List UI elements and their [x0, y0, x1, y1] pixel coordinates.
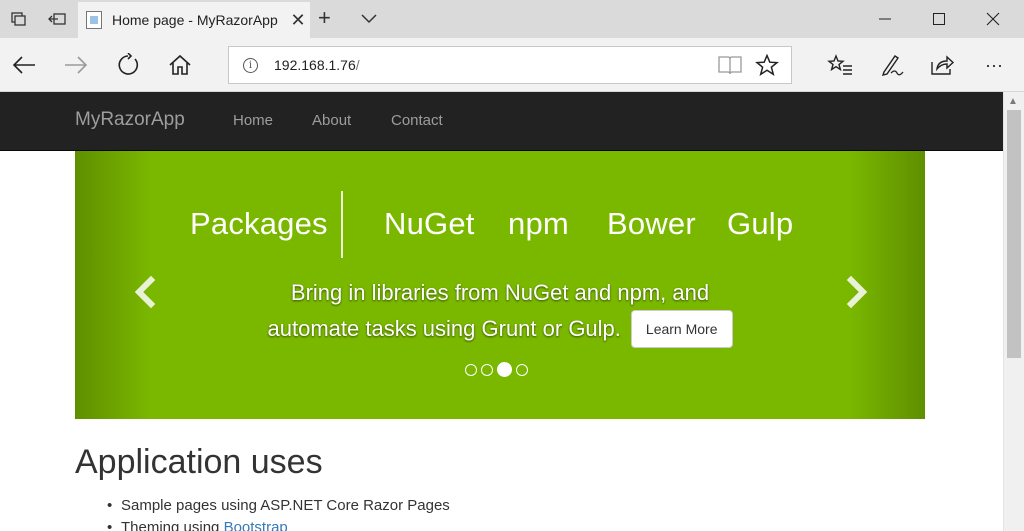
carousel-caption: Bring in libraries from NuGet and npm, a… — [75, 276, 925, 348]
forward-arrow-icon[interactable] — [58, 48, 94, 82]
carousel-tool-npm: npm — [508, 206, 569, 241]
carousel-prev-chevron-left-icon[interactable] — [125, 267, 165, 317]
address-url[interactable]: 192.168.1.76/ — [274, 57, 717, 73]
nav-link-contact[interactable]: Contact — [391, 112, 443, 129]
address-bar[interactable]: i 192.168.1.76/ — [228, 46, 792, 84]
tab-actions-icon[interactable] — [2, 0, 36, 38]
scroll-up-arrow-icon[interactable]: ▲ — [1008, 96, 1018, 107]
carousel-tool-gulp: Gulp — [727, 206, 794, 241]
favorites-hub-icon[interactable] — [822, 48, 858, 82]
page-favicon-icon — [86, 11, 102, 29]
notes-pen-icon[interactable] — [874, 48, 910, 82]
carousel-indicator-1[interactable] — [465, 363, 477, 376]
back-arrow-icon[interactable] — [6, 48, 42, 82]
caption-line-2: automate tasks using Grunt or Gulp. — [267, 316, 621, 341]
set-aside-tabs-icon[interactable] — [40, 0, 74, 38]
minimize-button[interactable] — [860, 0, 910, 38]
carousel-divider — [341, 191, 343, 258]
maximize-button[interactable] — [914, 0, 964, 38]
caption-line-2-wrap: automate tasks using Grunt or Gulp. Lear… — [268, 310, 733, 348]
more-menu-icon[interactable]: ··· — [976, 48, 1012, 82]
carousel-indicator-4[interactable] — [516, 363, 528, 376]
title-bar: Home page - MyRazorApp ✕ + — [0, 0, 1024, 38]
carousel-tool-bower: Bower — [607, 206, 696, 241]
page-viewport: MyRazorApp Home About Contact Packages N… — [0, 92, 1003, 531]
carousel-next-chevron-right-icon[interactable] — [837, 267, 877, 317]
browser-tab[interactable]: Home page - MyRazorApp ✕ — [78, 2, 310, 38]
list-item: Theming using Bootstrap — [107, 517, 450, 531]
carousel-indicators — [465, 362, 528, 377]
refresh-icon[interactable] — [110, 48, 146, 82]
learn-more-button[interactable]: Learn More — [630, 310, 733, 348]
application-uses-list: Sample pages using ASP.NET Core Razor Pa… — [107, 495, 450, 531]
tab-title: Home page - MyRazorApp — [112, 12, 278, 28]
home-icon[interactable] — [162, 48, 198, 82]
packages-carousel: Packages NuGet npm Bower Gulp Bring in l… — [75, 151, 925, 419]
list-item-text: Sample pages using ASP.NET Core Razor Pa… — [121, 497, 450, 514]
nav-link-home[interactable]: Home — [233, 112, 273, 129]
site-info-icon[interactable]: i — [243, 57, 258, 73]
share-icon[interactable] — [924, 48, 960, 82]
close-tab-icon[interactable]: ✕ — [288, 10, 308, 31]
bootstrap-link[interactable]: Bootstrap — [224, 519, 288, 531]
page-scrollbar[interactable]: ▲ — [1003, 92, 1024, 531]
new-tab-button[interactable]: + — [318, 5, 331, 31]
scrollbar-thumb[interactable] — [1007, 110, 1021, 358]
browser-toolbar: i 192.168.1.76/ ··· — [0, 38, 1024, 92]
close-window-button[interactable] — [968, 0, 1018, 38]
application-uses-heading: Application uses — [75, 443, 323, 481]
reading-view-book-icon[interactable] — [717, 54, 743, 76]
url-path: / — [355, 57, 360, 73]
carousel-indicator-2[interactable] — [481, 363, 493, 376]
list-item-text: Theming using — [121, 519, 224, 531]
nav-link-about[interactable]: About — [312, 112, 351, 129]
chevron-down-icon[interactable] — [358, 8, 382, 28]
site-brand-link[interactable]: MyRazorApp — [75, 109, 185, 131]
carousel-indicator-3[interactable] — [497, 362, 512, 377]
add-favorite-star-icon[interactable] — [755, 53, 779, 76]
list-item: Sample pages using ASP.NET Core Razor Pa… — [107, 495, 450, 517]
carousel-heading: Packages — [190, 206, 328, 241]
caption-line-1: Bring in libraries from NuGet and npm, a… — [290, 280, 710, 305]
url-host: 192.168.1.76 — [274, 57, 356, 73]
carousel-tool-nuget: NuGet — [384, 206, 475, 241]
site-navbar: MyRazorApp Home About Contact — [0, 92, 1003, 151]
